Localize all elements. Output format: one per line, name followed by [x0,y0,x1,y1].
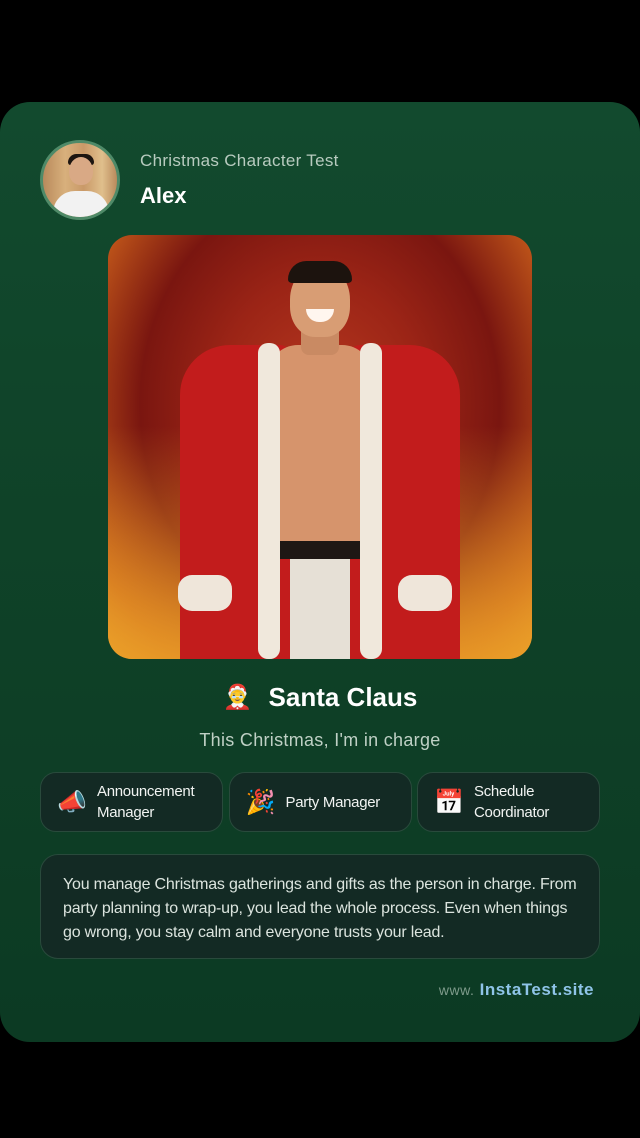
username: Alex [140,183,187,208]
avatar-shirt [53,191,109,217]
avatar[interactable] [40,140,120,220]
figure-hair [288,261,352,283]
avatar-face [69,157,93,185]
santa-icon: 🤶 [222,684,253,711]
tag-label-line1: Schedule [474,783,535,800]
figure-cuff-right [398,575,452,611]
tag-label-line1: Announcement [97,783,195,800]
figure-fur-trim-right [360,343,382,659]
figure-cuff-left [178,575,232,611]
site-link[interactable]: www. InstaTest.site [439,980,594,1000]
test-title: Christmas Character Test [140,151,339,170]
site-name: InstaTest.site [479,980,594,999]
megaphone-icon: 📣 [57,788,87,816]
tag-label: Announcement Manager [97,781,195,823]
result-description: You manage Christmas gatherings and gift… [40,854,600,959]
tag-label: Schedule Coordinator [474,781,549,823]
tag-schedule-coordinator: 📅 Schedule Coordinator [417,772,600,832]
figure-fur-trim-left [258,343,280,659]
result-title: 🤶 Santa Claus [0,682,640,713]
result-tagline: This Christmas, I'm in charge [199,730,441,750]
result-card: Christmas Character Test Alex 🤶 Santa Cl… [0,102,640,1042]
tag-label-line2: Manager [97,804,155,821]
figure-torso [268,345,372,545]
tag-label: Party Manager [285,792,381,813]
result-title-text: Santa Claus [268,682,418,712]
tag-label-line2: Coordinator [474,804,550,821]
party-popper-icon: 🎉 [245,788,276,816]
tag-label-line1: Party Manager [285,793,381,811]
tag-announcement-manager: 📣 Announcement Manager [40,772,223,832]
trait-tags: 📣 Announcement Manager 🎉 Party Manager 📅… [40,772,600,832]
tag-party-manager: 🎉 Party Manager [228,772,412,832]
card-header: Christmas Character Test Alex [40,140,339,220]
header-text: Christmas Character Test Alex [140,151,339,209]
calendar-icon: 📅 [434,788,464,816]
site-prefix: www. [438,982,475,998]
result-image [108,235,532,659]
